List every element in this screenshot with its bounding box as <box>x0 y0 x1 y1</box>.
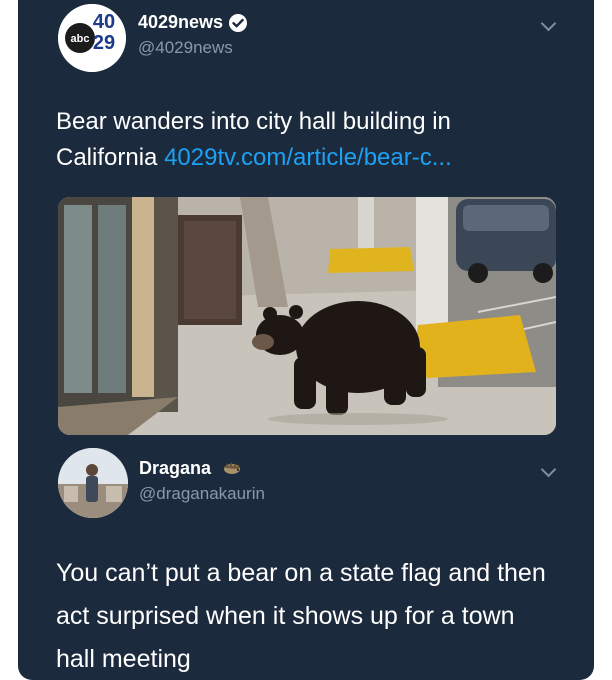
tweet-card: abc 40 29 4029news @4029news Bear wander… <box>18 0 594 680</box>
svg-text:40: 40 <box>93 11 115 33</box>
hedgehog-emoji-icon <box>223 461 241 475</box>
avatar[interactable] <box>58 448 128 518</box>
bear-photo[interactable] <box>58 197 556 435</box>
bear-in-city-hall-image <box>58 197 556 435</box>
chevron-down-icon[interactable] <box>540 15 557 32</box>
profile-photo <box>58 448 128 518</box>
article-link[interactable]: 4029tv.com/article/bear-c... <box>164 144 452 171</box>
display-name[interactable]: 4029news <box>138 12 223 33</box>
reply-text: You can’t put a bear on a state flag and… <box>56 559 546 673</box>
user-handle[interactable]: @4029news <box>138 38 233 58</box>
display-name[interactable]: Dragana <box>139 458 211 479</box>
svg-text:abc: abc <box>71 33 90 45</box>
svg-text:29: 29 <box>93 32 115 54</box>
tweet-text: Bear wanders into city hall building in … <box>56 104 556 176</box>
abc-40-29-logo: abc 40 29 <box>58 4 126 72</box>
user-handle[interactable]: @draganakaurin <box>139 484 265 504</box>
chevron-down-icon[interactable] <box>540 461 557 478</box>
verified-badge-icon <box>228 13 248 33</box>
avatar[interactable]: abc 40 29 <box>58 4 126 72</box>
